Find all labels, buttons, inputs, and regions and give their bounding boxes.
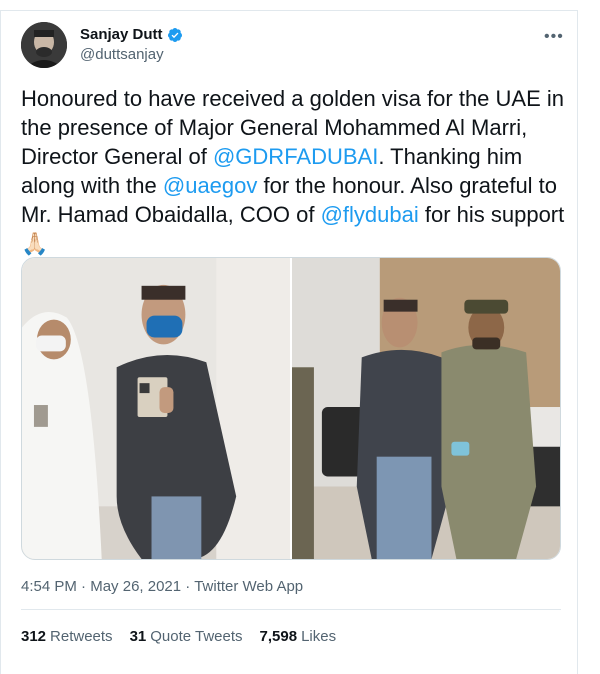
tweet-stats: 312 Retweets 31 Quote Tweets 7,598 Likes <box>21 628 336 645</box>
folded-hands-emoji: 🙏🏻 <box>21 231 49 256</box>
retweets-count: 312 <box>21 628 47 645</box>
tweet-text: Honoured to have received a golden visa … <box>21 84 566 258</box>
quote-tweets-count: 31 <box>129 628 147 645</box>
likes-stat[interactable]: 7,598 Likes <box>260 628 337 645</box>
verified-badge-icon <box>167 27 182 42</box>
retweets-label: Retweets <box>50 628 113 645</box>
tweet-meta: 4:54 PM · May 26, 2021 · Twitter Web App <box>21 578 303 595</box>
photo-icon <box>292 258 560 559</box>
divider <box>21 609 561 610</box>
likes-count: 7,598 <box>259 628 298 645</box>
meta-separator: · <box>181 578 195 595</box>
mention-link[interactable]: @flydubai <box>321 202 419 227</box>
author-handle[interactable]: @duttsanjay <box>80 46 164 63</box>
quote-tweets-stat[interactable]: 31 Quote Tweets <box>130 628 243 645</box>
author-name-row[interactable]: Sanjay Dutt <box>80 26 183 43</box>
tweet-text-part: for his support <box>418 202 565 227</box>
media-photo-2[interactable] <box>292 258 560 559</box>
tweet-media <box>21 257 561 560</box>
likes-label: Likes <box>301 628 337 645</box>
meta-separator: · <box>76 578 91 595</box>
tweet-source-app[interactable]: Twitter Web App <box>194 578 303 595</box>
retweets-stat[interactable]: 312 Retweets <box>21 628 113 645</box>
author-display-name[interactable]: Sanjay Dutt <box>80 26 163 43</box>
more-options-icon[interactable]: ••• <box>544 28 564 46</box>
mention-link[interactable]: @uaegov <box>163 173 258 198</box>
quote-tweets-label: Quote Tweets <box>150 628 243 645</box>
mention-link[interactable]: @GDRFADUBAI <box>213 144 378 169</box>
profile-photo-icon <box>21 22 67 68</box>
avatar[interactable] <box>21 22 67 68</box>
media-photo-1[interactable] <box>22 258 290 559</box>
photo-icon <box>22 258 290 559</box>
tweet-time[interactable]: 4:54 PM <box>21 578 77 595</box>
tweet-date[interactable]: May 26, 2021 <box>90 578 181 595</box>
